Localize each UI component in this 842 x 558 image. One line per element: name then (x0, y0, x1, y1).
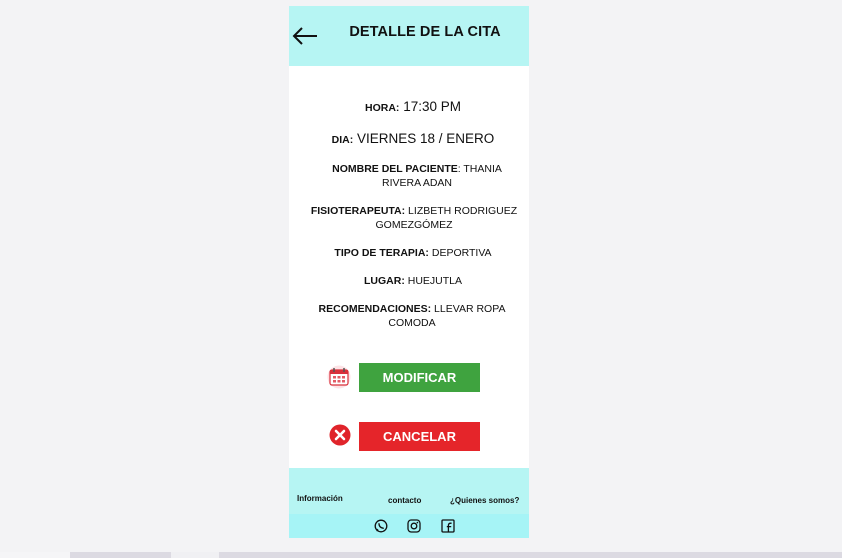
footer-link-informacion[interactable]: Información (297, 494, 343, 503)
facebook-icon[interactable] (441, 519, 455, 533)
page-title: DETALLE DE LA CITA (349, 24, 501, 40)
modify-button[interactable]: MODIFICAR (359, 363, 480, 392)
social-bar (289, 514, 529, 538)
dia-value: VIERNES 18 / ENERO (353, 131, 495, 146)
hora-value: 17:30 PM (399, 99, 461, 114)
app-header: DETALLE DE LA CITA (289, 6, 529, 66)
back-button[interactable] (291, 24, 319, 48)
detail-terapia: TIPO DE TERAPIA: DEPORTIVA (297, 246, 529, 260)
terapia-value: DEPORTIVA (428, 247, 492, 259)
bottom-bar-segment (171, 552, 219, 558)
paciente-label: NOMBRE DEL PACIENTE (332, 163, 458, 175)
footer: Información contacto ¿Quienes somos? (289, 468, 529, 514)
detail-fisioterapeuta: FISIOTERAPEUTA: LIZBETH RODRIGUEZ GOMEZG… (299, 204, 529, 232)
bottom-bar-segment (0, 552, 70, 558)
bottom-bar (0, 552, 842, 558)
cancel-button[interactable]: CANCELAR (359, 422, 480, 451)
mobile-screen: DETALLE DE LA CITA HORA: 17:30 PM DIA: V… (289, 6, 529, 538)
close-circle-icon[interactable] (329, 424, 351, 446)
detail-lugar: LUGAR: HUEJUTLA (297, 274, 529, 288)
footer-link-contacto[interactable]: contacto (388, 496, 421, 505)
detail-dia: DIA: VIERNES 18 / ENERO (297, 132, 529, 147)
instagram-icon[interactable] (407, 519, 421, 533)
detail-recomendaciones: RECOMENDACIONES: LLEVAR ROPA COMODA (307, 302, 517, 330)
detail-paciente: NOMBRE DEL PACIENTE: THANIA RIVERA ADAN (317, 162, 517, 190)
terapia-label: TIPO DE TERAPIA: (334, 247, 429, 259)
detail-hora: HORA: 17:30 PM (297, 100, 529, 115)
arrow-left-icon (292, 27, 317, 45)
dia-label: DIA: (331, 134, 354, 146)
calendar-icon (326, 365, 352, 389)
footer-link-quienes-somos[interactable]: ¿Quienes somos? (450, 496, 519, 505)
recomendaciones-label: RECOMENDACIONES: (318, 303, 432, 315)
whatsapp-icon[interactable] (374, 519, 388, 533)
lugar-label: LUGAR: (363, 275, 405, 287)
lugar-value: HUEJUTLA (404, 275, 462, 287)
hora-label: HORA: (365, 102, 400, 114)
fisioterapeuta-label: FISIOTERAPEUTA: (310, 205, 406, 217)
